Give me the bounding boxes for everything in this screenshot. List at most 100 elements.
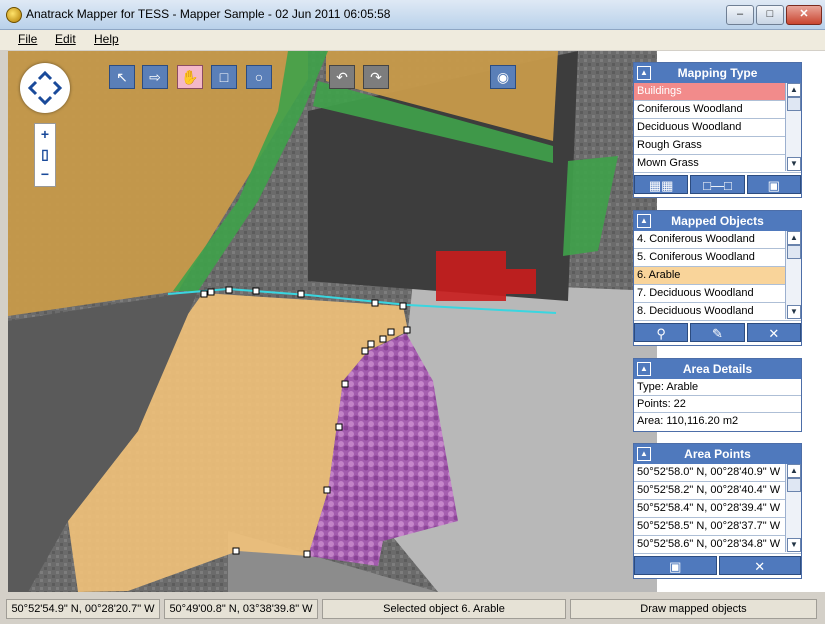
minimize-button[interactable]: –	[726, 5, 754, 25]
list-item[interactable]: 4. Coniferous Woodland	[634, 231, 801, 249]
pencil-icon: ✎	[712, 326, 723, 341]
link-objects-button[interactable]: □—□	[690, 175, 745, 194]
pan-control[interactable]	[20, 63, 70, 113]
select-tool-button[interactable]: ↖	[109, 65, 135, 89]
chain-icon: □—□	[703, 178, 732, 193]
mapping-type-header: ▲ Mapping Type	[634, 63, 801, 83]
mapped-objects-header: ▲ Mapped Objects	[634, 211, 801, 231]
mapping-type-buttons: ▦▦ □—□ ▣	[634, 173, 801, 196]
scroll-down-icon[interactable]: ▼	[787, 305, 801, 319]
menu-help[interactable]: Help	[94, 32, 119, 46]
close-icon: ✕	[754, 559, 766, 574]
zoom-in-button[interactable]: +	[35, 125, 55, 143]
list-item[interactable]: 50°52'58.4" N, 00°28'39.4" W	[634, 500, 801, 518]
undo-button[interactable]: ↶	[329, 65, 355, 89]
list-item[interactable]: 7. Deciduous Woodland	[634, 285, 801, 303]
cursor-coordinates: 50°52'54.9" N, 00°28'20.7" W	[6, 599, 160, 619]
zoom-control: + ▯ −	[34, 123, 56, 187]
scrollbar[interactable]: ▲ ▼	[785, 464, 801, 552]
freehand-tool-button[interactable]: ✋	[177, 65, 203, 89]
scroll-up-icon[interactable]: ▲	[787, 83, 801, 97]
maximize-button[interactable]: □	[756, 5, 784, 25]
list-item[interactable]: Coniferous Woodland	[634, 101, 801, 119]
reference-coordinates: 50°49'00.8" N, 03°38'39.8" W	[164, 599, 318, 619]
list-item[interactable]: 50°52'58.5" N, 00°28'37.7" W	[634, 518, 801, 536]
area-points-header: ▲ Area Points	[634, 444, 801, 464]
zoom-slider-handle[interactable]: ▯	[35, 145, 55, 163]
move-tool-button[interactable]: ⇨	[142, 65, 168, 89]
mapping-type-panel: ▲ Mapping Type Buildings Coniferous Wood…	[633, 62, 802, 198]
area-details-header: ▲ Area Details	[634, 359, 801, 379]
area-type: Type: Arable	[634, 379, 801, 396]
scroll-up-icon[interactable]: ▲	[787, 231, 801, 245]
area-points-count: Points: 22	[634, 396, 801, 413]
scroll-thumb[interactable]	[787, 478, 801, 492]
collapse-icon[interactable]: ▲	[637, 362, 651, 376]
menu-edit[interactable]: Edit	[55, 32, 76, 46]
square-dot-icon: ▣	[669, 559, 682, 574]
close-icon: ✕	[768, 326, 780, 341]
move-arrow-icon: ⇨	[149, 69, 161, 85]
scroll-thumb[interactable]	[787, 245, 801, 259]
mapped-objects-panel: ▲ Mapped Objects 4. Coniferous Woodland …	[633, 210, 802, 346]
list-item[interactable]: 50°52'58.0" N, 00°28'40.9" W	[634, 464, 801, 482]
status-bar: 50°52'54.9" N, 00°28'20.7" W 50°49'00.8"…	[0, 596, 825, 624]
window-title: Anatrack Mapper for TESS - Mapper Sample…	[26, 7, 391, 21]
group-objects-button[interactable]: ▦▦	[634, 175, 689, 194]
layer-icon: ◉	[496, 69, 510, 85]
list-item[interactable]: 8. Deciduous Woodland	[634, 303, 801, 321]
delete-point-button[interactable]: ✕	[718, 556, 801, 575]
buildings-annex	[506, 269, 536, 294]
area-points-panel: ▲ Area Points 50°52'58.0" N, 00°28'40.9"…	[633, 443, 802, 579]
add-point-button[interactable]: ▣	[634, 556, 717, 575]
list-item[interactable]: 50°52'58.2" N, 00°28'40.4" W	[634, 482, 801, 500]
scroll-thumb[interactable]	[787, 97, 801, 111]
redo-icon: ↷	[370, 69, 382, 85]
redo-button[interactable]: ↷	[363, 65, 389, 89]
menu-file[interactable]: File	[18, 32, 37, 46]
undo-icon: ↶	[336, 69, 348, 85]
map-canvas[interactable]: + ▯ − ↖ ⇨ ✋ □ ○ ↶ ↷ ◉	[8, 51, 657, 592]
list-item[interactable]: Buildings	[634, 83, 801, 101]
pan-arrows-icon	[27, 70, 63, 106]
mapped-objects-buttons: ⚲ ✎ ✕	[634, 321, 801, 344]
scroll-down-icon[interactable]: ▼	[787, 157, 801, 171]
scrollbar[interactable]: ▲ ▼	[785, 83, 801, 171]
mode-status: Draw mapped objects	[570, 599, 817, 619]
rectangle-icon: □	[219, 69, 229, 85]
list-item[interactable]: Mown Grass	[634, 155, 801, 173]
aerial-map[interactable]	[8, 51, 657, 592]
scroll-down-icon[interactable]: ▼	[787, 538, 801, 552]
scrollbar[interactable]: ▲ ▼	[785, 231, 801, 319]
area-points-list: 50°52'58.0" N, 00°28'40.9" W 50°52'58.2"…	[634, 464, 801, 554]
delete-object-button[interactable]: ✕	[746, 323, 801, 342]
title-bar: Anatrack Mapper for TESS - Mapper Sample…	[0, 0, 825, 30]
zoom-out-button[interactable]: −	[35, 165, 55, 183]
area-details-panel: ▲ Area Details Type: Arable Points: 22 A…	[633, 358, 802, 432]
close-button[interactable]: ✕	[786, 5, 822, 25]
selected-object-status: Selected object 6. Arable	[322, 599, 566, 619]
layer-toggle-button[interactable]: ◉	[490, 65, 516, 89]
mapping-type-list: Buildings Coniferous Woodland Deciduous …	[634, 83, 801, 173]
collapse-icon[interactable]: ▲	[637, 447, 651, 461]
collapse-icon[interactable]: ▲	[637, 214, 651, 228]
list-item[interactable]: 5. Coniferous Woodland	[634, 249, 801, 267]
list-item[interactable]: Deciduous Woodland	[634, 119, 801, 137]
list-item[interactable]: 6. Arable	[634, 267, 801, 285]
grid-nodes-icon: ▦▦	[648, 178, 674, 193]
collapse-icon[interactable]: ▲	[637, 66, 651, 80]
rectangle-tool-button[interactable]: □	[211, 65, 237, 89]
mapped-objects-list: 4. Coniferous Woodland 5. Coniferous Woo…	[634, 231, 801, 321]
circle-tool-button[interactable]: ○	[246, 65, 272, 89]
single-object-button[interactable]: ▣	[746, 175, 801, 194]
area-points-buttons: ▣ ✕	[634, 554, 801, 577]
edit-object-button[interactable]: ✎	[690, 323, 745, 342]
cursor-arrow-icon: ↖	[116, 69, 128, 85]
scroll-up-icon[interactable]: ▲	[787, 464, 801, 478]
list-item[interactable]: 50°52'58.6" N, 00°28'34.8" W	[634, 536, 801, 554]
zoom-to-object-button[interactable]: ⚲	[634, 323, 689, 342]
magnifier-icon: ⚲	[656, 326, 666, 341]
list-item[interactable]: Rough Grass	[634, 137, 801, 155]
menu-bar: File Edit Help	[0, 30, 825, 50]
square-dot-icon: ▣	[767, 178, 780, 193]
